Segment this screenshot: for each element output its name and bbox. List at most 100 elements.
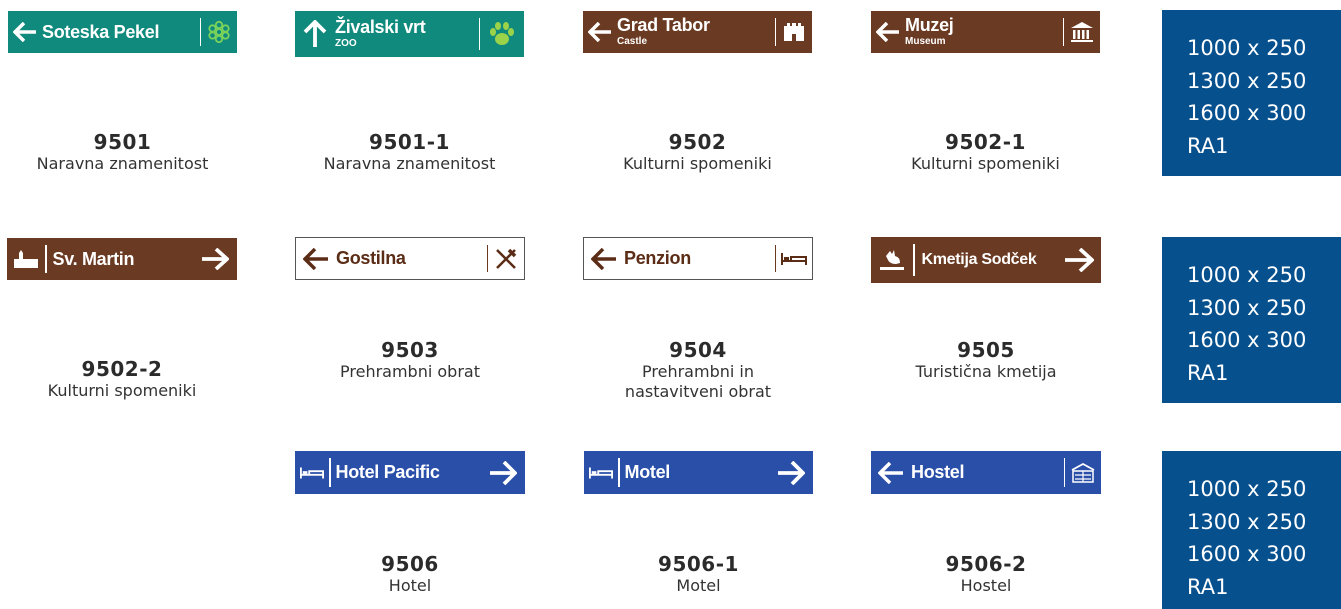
sign-description-line2: nastavitveni obrat: [624, 382, 772, 401]
sign-9504: Penzion: [583, 237, 813, 280]
sign-code: 9502-2: [81, 357, 163, 381]
sign-description: Naravna znamenitost: [36, 154, 209, 173]
sign-divider: [618, 458, 620, 487]
caption-9505: 9505 Turistična kmetija: [871, 338, 1101, 382]
sign-title: Muzej: [905, 15, 954, 36]
bed-icon: [295, 466, 329, 480]
sign-divider: [913, 244, 915, 276]
sign-title: Soteska Pekel: [42, 21, 160, 42]
sign-divider: [45, 245, 47, 273]
sizes-panel-2: 1000 x 250 1300 x 250 1600 x 300 RA1: [1162, 237, 1341, 403]
sizes-panel-1: 1000 x 250 1300 x 250 1600 x 300 RA1: [1162, 10, 1341, 176]
arrow-right-icon: [481, 456, 525, 490]
sign-description: Motel: [676, 576, 721, 595]
size-line: 1000 x 250: [1187, 263, 1307, 287]
sign-description: Hotel: [388, 576, 432, 595]
hostel-icon: [1065, 462, 1101, 484]
arrow-left-icon: [583, 15, 617, 49]
sign-description: Kulturni spomeniki: [47, 381, 197, 400]
arrow-left-icon: [871, 15, 905, 49]
caption-9502: 9502 Kulturni spomeniki: [583, 130, 812, 174]
sign-divider: [329, 458, 331, 487]
arrow-up-icon: [295, 17, 335, 51]
sign-9506-1: Motel: [584, 451, 813, 494]
arrow-right-icon: [1057, 243, 1101, 277]
sign-9501: Soteska Pekel: [8, 11, 237, 53]
caption-9503: 9503 Prehrambni obrat: [295, 338, 525, 382]
sign-title: Motel: [624, 462, 671, 483]
size-line: 1300 x 250: [1187, 295, 1307, 320]
sign-code: 9502-1: [945, 130, 1026, 154]
sign-title: Kmetija Sodček: [921, 250, 1037, 268]
bed-icon: [776, 252, 812, 266]
size-line: 1000 x 250: [1187, 477, 1307, 501]
sign-description-line1: Prehrambni in: [642, 362, 754, 381]
size-line: 1600 x 300: [1187, 328, 1307, 353]
arrow-left-icon: [584, 242, 624, 276]
sign-9506: Hotel Pacific: [295, 451, 525, 494]
sign-description: Naravna znamenitost: [323, 154, 496, 173]
sign-code: 9506: [381, 552, 439, 576]
museum-icon: [1064, 21, 1100, 43]
sign-title: Hostel: [911, 462, 965, 483]
sign-9502-2: Sv. Martin: [7, 238, 237, 280]
sign-9502-1: Muzej Museum: [871, 11, 1100, 53]
sign-title: Grad Tabor: [617, 15, 710, 36]
flower-icon: [201, 20, 237, 44]
sign-title: Hotel Pacific: [335, 462, 440, 483]
sign-9505: Kmetija Sodček: [871, 237, 1101, 283]
sign-9501-1: Živalski vrt ZOO: [295, 11, 524, 57]
rooster-icon: [871, 248, 913, 272]
sign-code: 9501: [93, 130, 152, 154]
size-line: RA1: [1187, 134, 1229, 159]
arrow-right-icon: [193, 242, 237, 276]
caption-9502-1: 9502-1 Kulturni spomeniki: [871, 130, 1100, 174]
bed-icon: [584, 466, 618, 480]
arrow-right-icon: [769, 456, 813, 490]
sizes-panel-3: 1000 x 250 1300 x 250 1600 x 300 RA1: [1162, 451, 1341, 609]
arrow-left-icon: [8, 15, 42, 49]
caption-9502-2: 9502-2 Kulturni spomeniki: [7, 357, 237, 401]
size-line: 1600 x 300: [1187, 101, 1307, 126]
caption-9506: 9506 Hotel: [295, 552, 525, 596]
castle-icon: [776, 22, 812, 42]
sign-9503: Gostilna: [295, 237, 525, 280]
size-line: RA1: [1187, 361, 1229, 386]
fork-knife-icon: [488, 248, 524, 270]
caption-9501: 9501 Naravna znamenitost: [8, 130, 237, 174]
sign-description: Kulturni spomeniki: [911, 154, 1060, 173]
sign-subtitle: Museum: [905, 36, 946, 48]
sign-title: Sv. Martin: [52, 248, 135, 269]
sign-code: 9506-2: [945, 552, 1027, 576]
sign-code: 9501-1: [369, 130, 450, 154]
size-line: RA1: [1187, 575, 1229, 600]
sign-subtitle: ZOO: [335, 38, 357, 50]
sign-9506-2: Hostel: [871, 451, 1101, 494]
sign-title: Gostilna: [336, 248, 406, 269]
arrow-left-icon: [296, 242, 336, 276]
size-line: 1300 x 250: [1187, 509, 1307, 534]
arrow-left-icon: [871, 456, 911, 490]
caption-9506-2: 9506-2 Hostel: [871, 552, 1101, 596]
size-line: 1000 x 250: [1187, 36, 1307, 60]
caption-9506-1: 9506-1 Motel: [584, 552, 813, 596]
sign-description: Kulturni spomeniki: [623, 154, 772, 173]
sign-code: 9504: [669, 338, 727, 362]
size-line: 1600 x 300: [1187, 542, 1307, 567]
sign-code: 9503: [381, 338, 439, 362]
caption-9504: 9504 Prehrambni in nastavitveni obrat: [583, 338, 813, 402]
sign-code: 9505: [957, 338, 1015, 362]
church-icon: [7, 249, 45, 269]
sign-title: Penzion: [624, 248, 691, 269]
paw-icon: [480, 20, 524, 48]
sign-subtitle: Castle: [617, 36, 648, 48]
sign-description: Prehrambni obrat: [340, 362, 480, 381]
sign-description: Hostel: [960, 576, 1012, 595]
sign-code: 9502: [668, 130, 727, 154]
sign-description: Turistična kmetija: [915, 362, 1057, 381]
caption-9501-1: 9501-1 Naravna znamenitost: [295, 130, 524, 174]
size-line: 1300 x 250: [1187, 68, 1307, 93]
sign-title: Živalski vrt: [335, 17, 426, 38]
sign-9502: Grad Tabor Castle: [583, 11, 812, 53]
sign-code: 9506-1: [658, 552, 739, 576]
